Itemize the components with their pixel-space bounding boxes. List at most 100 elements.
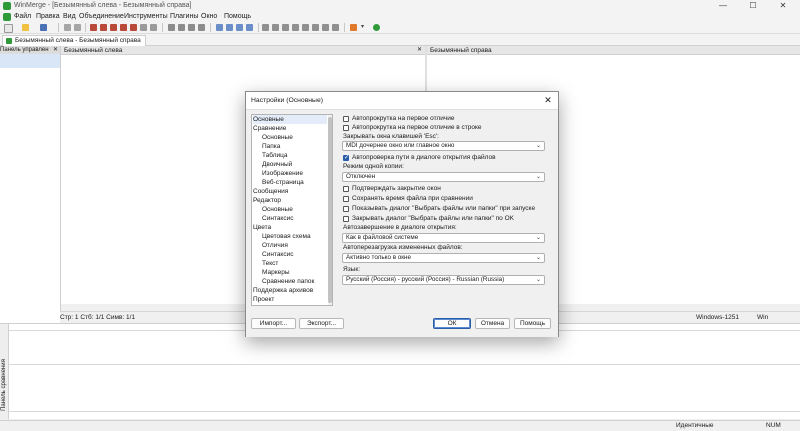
redo-icon[interactable] (74, 24, 81, 31)
location-panel-close-icon[interactable]: ✕ (53, 46, 58, 54)
tree-item[interactable]: Двоичный (262, 160, 292, 169)
toolbar-separator (162, 23, 163, 32)
auto-first-diff-checkbox[interactable] (343, 116, 349, 122)
tree-item[interactable]: Маркеры (262, 268, 290, 277)
menu-help[interactable]: Помощь (224, 12, 251, 22)
tree-item[interactable]: Цветовая схема (262, 232, 311, 241)
location-panel-viewport[interactable] (0, 54, 60, 68)
close-window-button[interactable]: ✕ (772, 0, 794, 12)
copy-left-icon[interactable] (178, 24, 185, 31)
help-button[interactable]: Помощь (514, 318, 551, 329)
tree-item[interactable]: Веб-страница (262, 178, 304, 187)
prev-diff-icon[interactable] (100, 24, 107, 31)
tree-item[interactable]: Изображение (262, 169, 303, 178)
refresh-icon[interactable] (236, 24, 243, 31)
auto-first-inline-label[interactable]: Автопрокрутка на первое отличие в строке (352, 123, 482, 132)
compare-icon[interactable] (246, 24, 253, 31)
prev-conflict-icon[interactable] (150, 24, 157, 31)
tree-scrollbar-thumb[interactable] (328, 117, 332, 303)
show-select-dialog-label[interactable]: Показывать диалог "Выбрать файлы или пап… (352, 204, 535, 213)
zoom-in-icon[interactable] (292, 24, 299, 31)
copy-all-left-icon[interactable] (226, 24, 233, 31)
filter-icon[interactable] (322, 24, 329, 31)
copy-all-right-icon[interactable] (216, 24, 223, 31)
tree-item[interactable]: Папка (262, 142, 280, 151)
document-menu-icon[interactable] (3, 13, 11, 21)
current-diff-icon[interactable] (120, 24, 127, 31)
menu-edit[interactable]: Правка (36, 12, 60, 22)
tree-item[interactable]: Поддержка архивов (253, 286, 313, 295)
tree-item[interactable]: Сообщения (253, 187, 288, 196)
save-file-time-label[interactable]: Сохранять время файла при сравнении (352, 194, 473, 203)
next-diff-icon[interactable] (90, 24, 97, 31)
menu-merge[interactable]: Объединение (79, 12, 124, 22)
plugin-icon[interactable] (350, 24, 357, 31)
tree-item[interactable]: Текст (262, 259, 278, 268)
show-line-numbers-icon[interactable] (282, 24, 289, 31)
save-file-time-checkbox[interactable] (343, 196, 349, 202)
cancel-button[interactable]: Отмена (475, 318, 510, 329)
esc-close-dropdown[interactable]: MDI дочернее окно или главное окно ⌄ (342, 141, 545, 151)
copy-right-icon[interactable] (168, 24, 175, 31)
view-whitespace-icon[interactable] (262, 24, 269, 31)
maximize-button[interactable]: ☐ (742, 0, 764, 12)
tree-item[interactable]: Синтаксис (262, 214, 293, 223)
last-diff-icon[interactable] (130, 24, 137, 31)
close-select-dialog-label[interactable]: Закрывать диалог "Выбрать файлы или папк… (352, 214, 514, 223)
confirm-close-label[interactable]: Подтверждать закрытие окон (352, 184, 441, 193)
tree-item[interactable]: Проект (253, 295, 274, 304)
tree-item[interactable]: Таблица (262, 151, 288, 160)
path-autocheck-label[interactable]: Автопроверка пути в диалоге открытия фай… (352, 153, 496, 162)
first-diff-icon[interactable] (110, 24, 117, 31)
auto-first-diff-label[interactable]: Автопрокрутка на первое отличие (352, 114, 454, 123)
auto-reload-dropdown[interactable]: Активно только в окне ⌄ (342, 253, 545, 263)
single-instance-dropdown[interactable]: Отключен ⌄ (342, 172, 545, 182)
location-pane-icon[interactable] (332, 24, 339, 31)
tree-item[interactable]: Отличия (262, 241, 288, 250)
tree-item[interactable]: Редактор (253, 196, 281, 205)
import-button[interactable]: Импорт... (251, 318, 296, 329)
tree-item[interactable]: Синтаксис (262, 250, 293, 259)
options-icon[interactable] (312, 24, 319, 31)
close-select-dialog-checkbox[interactable] (343, 216, 349, 222)
language-dropdown[interactable]: Русский (Россия) - русский (Россия) - Ru… (342, 275, 545, 285)
menu-plugins[interactable]: Плагины (170, 12, 198, 22)
dialog-body: Основные Сравнение Основные Папка Таблица Дво… (246, 109, 558, 337)
document-tab[interactable]: Безымянный слева - Безымянный справа (2, 35, 146, 46)
tree-item[interactable]: Основные (262, 205, 293, 214)
open-icon[interactable] (22, 24, 29, 31)
menu-file[interactable]: Файл (14, 12, 31, 22)
wrap-lines-icon[interactable] (272, 24, 279, 31)
auto-reload-label: Автоперезагрузка измененных файлов: (343, 244, 463, 251)
auto-first-inline-checkbox[interactable] (343, 125, 349, 131)
dialog-close-icon[interactable]: ✕ (542, 94, 554, 106)
tree-item[interactable]: Сравнение папок (262, 277, 314, 286)
path-autocheck-checkbox[interactable] (343, 154, 349, 162)
tree-item[interactable]: Основные (262, 133, 293, 142)
tree-scrollbar[interactable] (328, 115, 332, 305)
left-pane-close-icon[interactable]: ✕ (417, 46, 422, 55)
copy-left-advance-icon[interactable] (198, 24, 205, 31)
tree-item[interactable]: Система (253, 304, 279, 305)
copy-right-advance-icon[interactable] (188, 24, 195, 31)
show-select-dialog-checkbox[interactable] (343, 206, 349, 212)
menu-window[interactable]: Окно (201, 12, 217, 22)
save-icon[interactable] (40, 24, 47, 31)
tree-item[interactable]: Цвета (253, 223, 271, 232)
ok-button[interactable]: ОК (433, 318, 471, 329)
new-icon[interactable] (4, 24, 13, 33)
options-category-tree[interactable]: Основные Сравнение Основные Папка Таблица Дво… (251, 114, 333, 306)
tree-item[interactable]: Основные (253, 115, 327, 124)
confirm-close-checkbox[interactable] (343, 186, 349, 192)
zoom-out-icon[interactable] (302, 24, 309, 31)
menu-tools[interactable]: Инструменты (124, 12, 168, 22)
autocomplete-dropdown[interactable]: Как в файловой системе ⌄ (342, 233, 545, 243)
tree-item[interactable]: Сравнение (253, 124, 286, 133)
minimize-button[interactable]: — (712, 0, 734, 12)
plugin-dropdown-icon[interactable]: ▾ (361, 24, 368, 31)
export-button[interactable]: Экспорт... (299, 318, 344, 329)
menu-view[interactable]: Вид (63, 12, 76, 22)
winmerge-home-icon[interactable] (373, 24, 380, 31)
next-conflict-icon[interactable] (140, 24, 147, 31)
undo-icon[interactable] (64, 24, 71, 31)
